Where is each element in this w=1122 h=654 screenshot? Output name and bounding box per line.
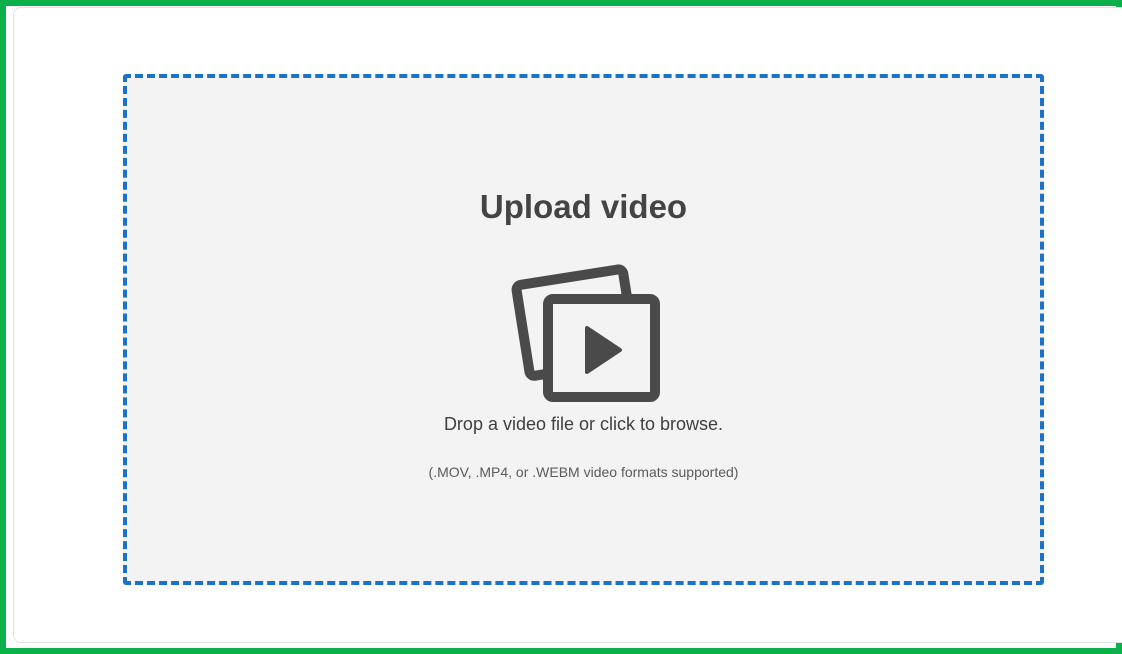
supported-formats-text: (.MOV, .MP4, or .WEBM video formats supp… [428,464,739,480]
upload-title: Upload video [479,188,688,225]
upload-card: Upload video Drop a video file or click … [13,7,1122,643]
video-dropzone[interactable]: Upload video Drop a video file or click … [123,74,1044,585]
video-files-icon [511,264,660,402]
drop-hint-text: Drop a video file or click to browse. [443,414,724,434]
